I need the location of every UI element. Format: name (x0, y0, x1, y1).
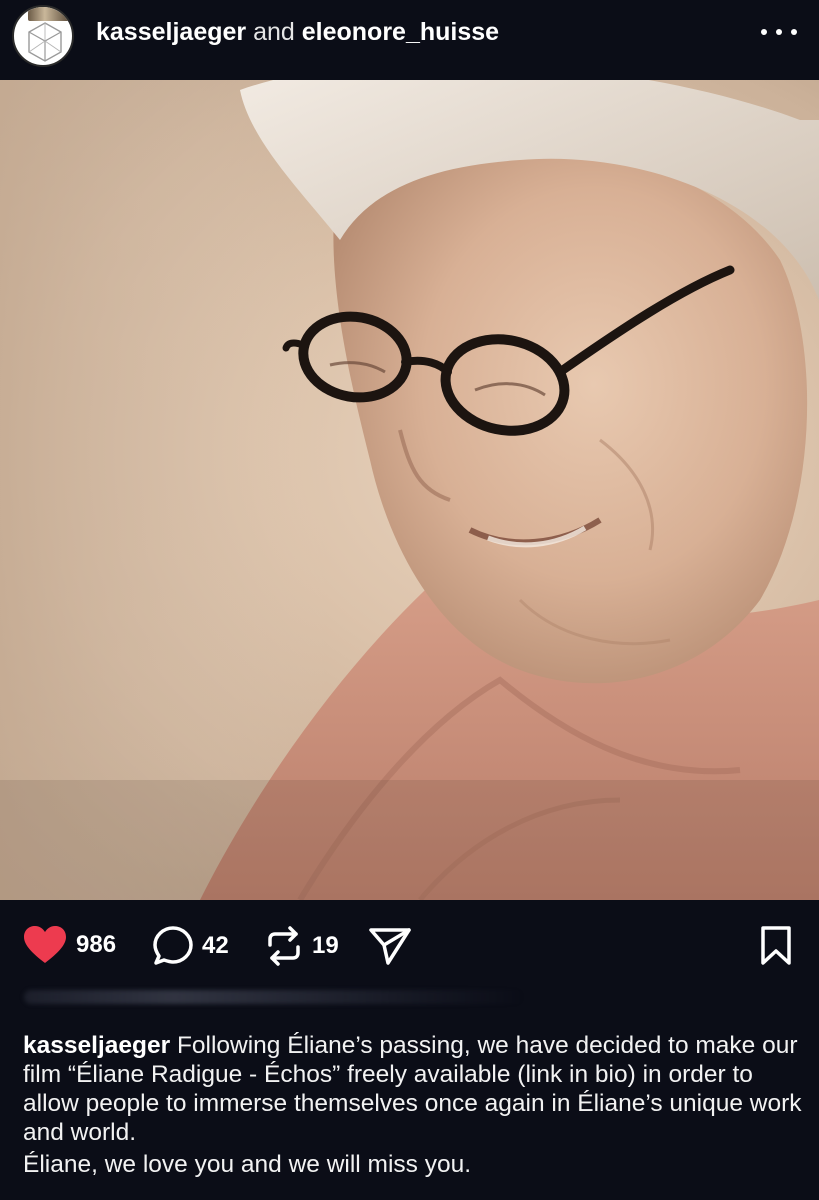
bookmark-icon (761, 926, 791, 965)
liked-by-row-blurred (24, 990, 524, 1004)
comment-icon (153, 926, 193, 965)
avatar-hat (28, 7, 70, 21)
author-avatar[interactable] (12, 5, 74, 67)
heart-icon (24, 926, 66, 963)
like-button[interactable]: 986 (22, 925, 116, 965)
repost-icon (268, 926, 300, 966)
like-count: 986 (76, 931, 117, 958)
hexagon-logo-icon (28, 22, 62, 62)
author-conjunction: and (253, 18, 295, 46)
repost-button[interactable]: 19 (264, 925, 339, 967)
share-button[interactable] (368, 925, 412, 967)
portrait-illustration (0, 80, 819, 900)
more-options-icon[interactable] (761, 20, 797, 44)
caption-username[interactable]: kasseljaeger (23, 1032, 170, 1059)
post-actions: 986 42 19 (0, 915, 819, 975)
collaborator-username[interactable]: eleonore_huisse (302, 18, 499, 46)
save-button[interactable] (759, 925, 793, 972)
caption-second-line: Éliane, we love you and we will miss you… (23, 1151, 472, 1178)
post-header: kasseljaeger and eleonore_huisse (0, 0, 819, 80)
post-photo[interactable] (0, 80, 819, 900)
repost-count: 19 (312, 932, 339, 959)
instagram-post: kasseljaeger and eleonore_huisse 986 42 … (0, 0, 819, 1200)
comment-count: 42 (202, 932, 229, 959)
comment-button[interactable]: 42 (152, 925, 229, 967)
author-username[interactable]: kasseljaeger (96, 18, 246, 46)
send-icon (369, 928, 411, 965)
post-title-line: kasseljaeger and eleonore_huisse (96, 17, 499, 47)
post-caption: kasseljaeger Following Éliane’s passing,… (23, 1031, 803, 1179)
